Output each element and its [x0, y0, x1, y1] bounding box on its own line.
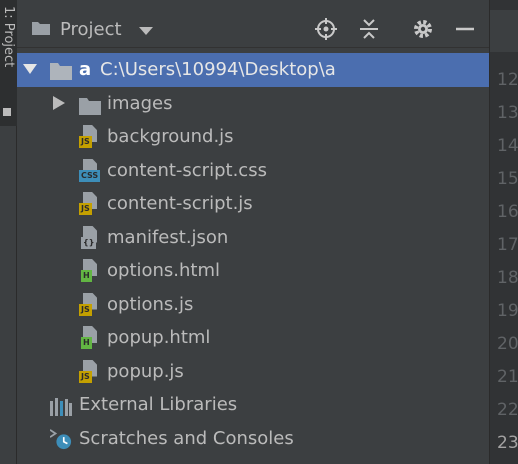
line-number: 18 [497, 268, 518, 288]
tree-item-label: options.js [107, 293, 194, 315]
tree-row-root[interactable]: a C:\Users\10994\Desktop\a [17, 53, 489, 87]
tree-item-label: images [107, 92, 173, 114]
js-file-icon: JS [79, 359, 101, 384]
tree-item-label: content-script.css [107, 159, 267, 181]
folder-icon [50, 63, 72, 80]
tree-item-label: popup.js [107, 360, 184, 382]
tree-row-file[interactable]: JS options.js [17, 288, 489, 322]
tree-row-file[interactable]: {} manifest.json [17, 221, 489, 255]
tree-item-label: content-script.js [107, 193, 253, 214]
js-file-icon: JS [79, 192, 101, 216]
line-number: 15 [497, 169, 518, 189]
root-folder-name: a [79, 59, 92, 80]
tree-item-label: Scratches and Consoles [79, 427, 294, 449]
tree-row-file[interactable]: JS content-script.js [17, 187, 489, 221]
project-toolbar: Project [17, 0, 489, 48]
editor-tab[interactable] [490, 10, 518, 52]
line-number: 14 [497, 136, 518, 156]
library-icon [50, 398, 72, 416]
tree-row-file[interactable]: CSS content-script.css [17, 154, 489, 188]
tree-item-label: popup.html [107, 327, 211, 348]
line-number: 22 [497, 400, 518, 420]
project-tool-tab[interactable]: 1: Project [0, 0, 17, 126]
project-tree: a C:\Users\10994\Desktop\a images JS bac… [17, 53, 489, 455]
panel-title[interactable]: Project [60, 19, 122, 40]
collapsed-chevron-right-icon[interactable] [53, 95, 65, 110]
project-panel: Project a C:\Users\10994\Desktop\a image… [17, 0, 489, 464]
line-number: 13 [497, 103, 518, 123]
root-folder-path: C:\Users\10994\Desktop\a [100, 59, 336, 80]
line-number: 16 [497, 202, 518, 222]
tool-window-square-icon [3, 108, 11, 116]
json-file-icon: {} [79, 225, 101, 250]
tree-row-file[interactable]: H popup.html [17, 321, 489, 355]
tree-item-label: manifest.json [107, 226, 229, 248]
expanded-chevron-down-icon[interactable] [23, 64, 37, 76]
line-number: 12 [497, 70, 518, 90]
current-line-number: 23 [497, 433, 518, 453]
locate-icon[interactable] [315, 18, 337, 40]
settings-icon[interactable] [412, 18, 434, 40]
tree-row-images[interactable]: images [17, 87, 489, 121]
editor-gutter: 12 13 14 15 16 17 18 19 20 21 22 23 [489, 0, 518, 464]
tree-item-label: External Libraries [79, 394, 238, 415]
scratches-clock-icon [50, 428, 72, 449]
html-file-icon: H [79, 326, 101, 350]
js-file-icon: JS [79, 292, 101, 317]
folder-icon [79, 97, 101, 115]
tree-row-external-libraries[interactable]: External Libraries [17, 388, 489, 422]
tool-window-strip: 1: Project [0, 0, 17, 464]
collapse-all-icon[interactable] [358, 18, 380, 40]
tree-row-file[interactable]: H options.html [17, 254, 489, 288]
line-number: 17 [497, 235, 518, 255]
html-file-icon: H [79, 259, 101, 283]
line-number: 20 [497, 334, 518, 354]
tree-row-file[interactable]: JS background.js [17, 120, 489, 154]
line-number: 19 [497, 301, 518, 321]
tree-row-file[interactable]: JS popup.js [17, 355, 489, 389]
tree-item-label: background.js [107, 126, 234, 147]
view-dropdown-chevron-down-icon[interactable] [139, 27, 153, 35]
project-tool-tab-label: 1: Project [1, 6, 16, 68]
line-number: 21 [497, 367, 518, 387]
tree-row-scratches[interactable]: Scratches and Consoles [17, 422, 489, 456]
minimize-icon[interactable] [454, 18, 476, 40]
tree-item-label: options.html [107, 260, 221, 281]
folder-icon [32, 22, 50, 35]
css-file-icon: CSS [79, 158, 101, 183]
js-file-icon: JS [79, 125, 101, 149]
